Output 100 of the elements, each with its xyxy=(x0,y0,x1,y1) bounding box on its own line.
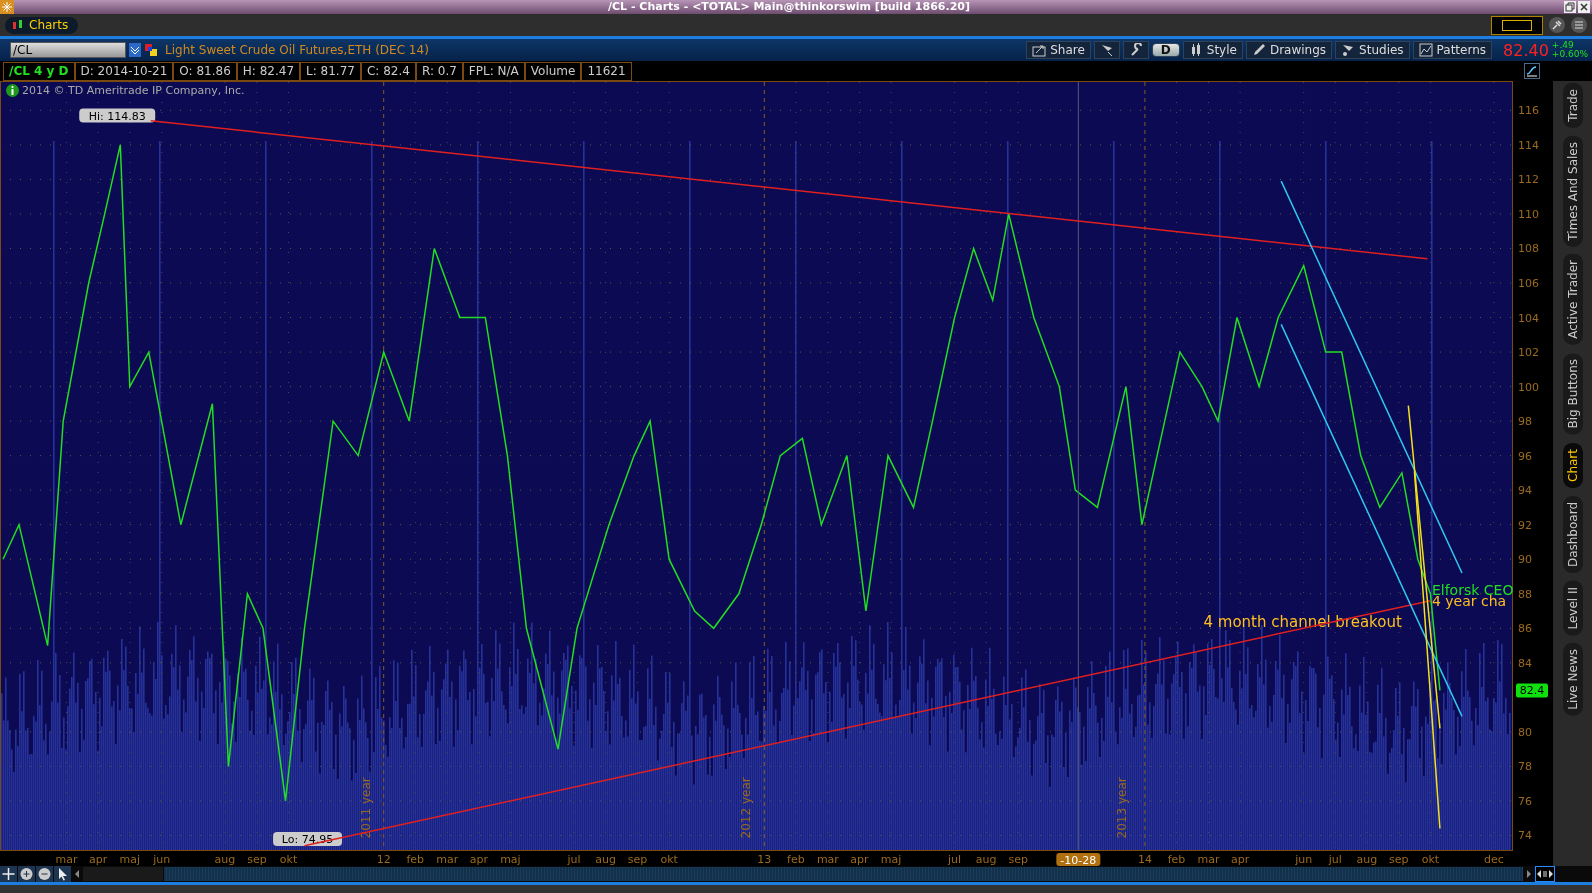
side-tab[interactable]: Trade xyxy=(1562,83,1583,128)
color-swatch[interactable] xyxy=(1491,15,1543,35)
cursor-date-label: -10-28 xyxy=(1056,853,1101,866)
info-cell: R: 0.7 xyxy=(415,61,463,81)
axis-label: apr xyxy=(1230,853,1250,866)
axis-label: sep xyxy=(1389,853,1409,866)
zoom-out-icon[interactable] xyxy=(36,866,53,882)
axis-label: 14 xyxy=(1137,853,1152,866)
axis-label: maj xyxy=(880,853,902,866)
toolbar-button[interactable]: Share xyxy=(1026,41,1091,59)
toolbar-button[interactable] xyxy=(1093,41,1120,59)
toolbar-button[interactable]: Drawings xyxy=(1245,41,1333,59)
axis-label: 100 xyxy=(1518,380,1539,394)
axis-label: 116 xyxy=(1518,104,1539,118)
axis-label: 90 xyxy=(1518,553,1532,567)
axis-label: okt xyxy=(1421,853,1440,866)
axis-label: feb xyxy=(1167,853,1186,866)
period-button[interactable]: D xyxy=(1151,43,1180,57)
chart-icon xyxy=(1418,43,1433,57)
info-cell: Volume xyxy=(524,61,582,81)
window-tab[interactable]: Charts xyxy=(5,16,79,34)
link-icon[interactable] xyxy=(144,43,158,57)
axis-label: aug xyxy=(595,853,616,866)
year-label: 2012 year xyxy=(739,777,754,839)
axis-label: sep xyxy=(627,853,648,866)
pin-icon[interactable] xyxy=(1549,17,1565,33)
symbol-field[interactable]: /CL xyxy=(10,42,126,58)
info-cell: O: 81.86 xyxy=(173,61,237,81)
axis-label: apr xyxy=(469,853,488,866)
chart-note: 4 month channel breakout xyxy=(1203,612,1402,631)
annotation: Lo: 74.95 xyxy=(281,832,334,846)
pointer-icon[interactable] xyxy=(54,866,71,882)
dropdown-icon[interactable] xyxy=(129,43,141,57)
axis-label: 102 xyxy=(1518,346,1539,360)
last-price: 82.40 xyxy=(1503,40,1549,60)
axis-label: 114 xyxy=(1518,138,1539,152)
percent-change: +0.60% xyxy=(1551,50,1588,59)
axis-label: okt xyxy=(279,853,298,866)
axis-label: mar xyxy=(1197,853,1220,866)
restore-icon[interactable] xyxy=(1564,1,1576,13)
crosshair-icon[interactable] xyxy=(0,866,17,882)
axis-label: sep xyxy=(1008,853,1028,866)
axis-label: 96 xyxy=(1518,449,1532,463)
toolbar-button[interactable]: Style xyxy=(1182,41,1243,59)
axis-label: 110 xyxy=(1518,207,1539,221)
axis-label: 12 xyxy=(376,853,391,866)
axis-label: jul xyxy=(1328,853,1342,866)
info-cell: 11621 xyxy=(581,61,632,81)
last-price-tag: 82.4 xyxy=(1516,683,1548,698)
toolbar-button[interactable]: Studies xyxy=(1335,41,1410,59)
info-cell: C: 82.4 xyxy=(360,61,416,81)
side-tab[interactable]: Big Buttons xyxy=(1562,353,1583,435)
side-tab[interactable]: Live News xyxy=(1562,643,1583,717)
info-cell: FPL: N/A xyxy=(462,61,525,81)
side-tab[interactable]: Level II xyxy=(1562,580,1583,636)
axis-label: mar xyxy=(55,853,78,866)
side-tab[interactable]: Times And Sales xyxy=(1562,135,1583,247)
zoom-in-icon[interactable] xyxy=(18,866,35,882)
axis-label: jul xyxy=(567,853,581,866)
pencil-icon xyxy=(1251,43,1266,57)
axis-label: aug xyxy=(975,853,997,866)
instrument-description: Light Sweet Crude Oil Futures,ETH (DEC 14) xyxy=(165,43,429,57)
toolbar-button[interactable]: Patterns xyxy=(1412,41,1493,59)
window-title: /CL - Charts - <TOTAL> Main@thinkorswim [build 1866.20] xyxy=(607,0,971,14)
info-cell: L: 81.77 xyxy=(300,61,361,81)
axis-label: apr xyxy=(89,853,108,866)
year-label: 2011 year xyxy=(358,777,373,839)
axis-label: 112 xyxy=(1518,173,1539,187)
axis-label: 74 xyxy=(1518,829,1532,843)
side-tab[interactable]: Chart xyxy=(1562,442,1583,488)
axis-label: okt xyxy=(660,853,678,866)
axis-label: jun xyxy=(1295,853,1313,866)
price-change: +.49 xyxy=(1551,41,1575,50)
annotation: Hi: 114.83 xyxy=(88,109,146,123)
side-tab[interactable]: Dashboard xyxy=(1562,495,1583,573)
info-cell: /CL 4 y D xyxy=(3,61,75,81)
info-icon[interactable] xyxy=(6,84,19,97)
share-icon xyxy=(1032,43,1047,57)
axis-label: jun xyxy=(153,853,171,866)
axis-label: 13 xyxy=(757,853,772,866)
axis-label: aug xyxy=(1356,853,1378,866)
axis-label: 106 xyxy=(1518,277,1539,290)
side-tab[interactable]: Active Trader xyxy=(1562,254,1583,346)
fit-width-icon[interactable] xyxy=(1535,866,1555,882)
menu-icon[interactable] xyxy=(1571,17,1587,33)
axis-label: dec xyxy=(1484,853,1504,866)
close-icon[interactable] xyxy=(1578,1,1590,13)
scrollbar-thumb[interactable] xyxy=(83,867,163,881)
axis-label: 88 xyxy=(1518,587,1532,601)
year-label: 2013 year xyxy=(1114,777,1129,839)
axis-label: aug xyxy=(214,853,236,866)
axis-label: maj xyxy=(500,853,521,866)
axis-label: 76 xyxy=(1518,794,1532,808)
curve-icon[interactable] xyxy=(1524,63,1540,79)
axis-label: mar xyxy=(436,853,459,866)
axis-label: 78 xyxy=(1518,760,1532,774)
toolbar-button[interactable] xyxy=(1122,41,1149,59)
info-cell: H: 82.47 xyxy=(236,61,301,81)
candlestick-icon xyxy=(11,19,25,31)
app-icon xyxy=(0,0,14,14)
